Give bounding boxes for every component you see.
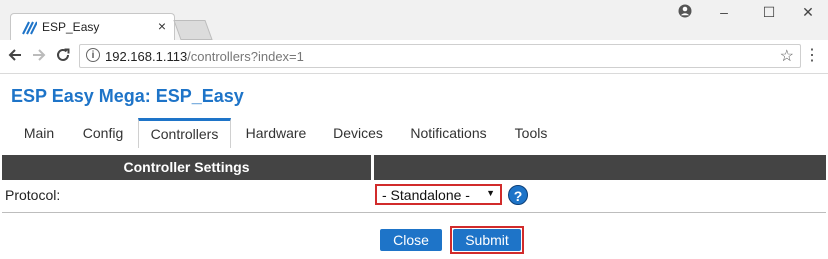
browser-tab-title: ESP_Easy	[42, 20, 100, 34]
protocol-label: Protocol:	[5, 187, 61, 203]
browser-tab[interactable]: ESP_Easy ×	[10, 13, 175, 40]
tab-close-icon[interactable]: ×	[158, 18, 166, 34]
protocol-select[interactable]: - Standalone - ▼	[375, 184, 502, 205]
url-host: 192.168.1.113	[105, 49, 188, 64]
bookmark-star-icon[interactable]: ☆	[780, 46, 794, 66]
tab-config[interactable]: Config	[71, 118, 135, 148]
minimize-icon[interactable]: –	[709, 4, 739, 20]
tab-hardware[interactable]: Hardware	[235, 118, 317, 148]
new-tab-button[interactable]	[173, 20, 213, 40]
browser-toolbar: i 192.168.1.113/controllers?index=1 ☆ ⋮	[0, 40, 828, 74]
back-icon[interactable]	[6, 47, 24, 65]
reload-icon[interactable]	[54, 47, 72, 65]
esp-favicon-icon	[22, 21, 37, 35]
url-text: 192.168.1.113/controllers?index=1	[105, 49, 304, 64]
profile-icon-glyph	[678, 4, 692, 18]
url-path: /controllers?index=1	[187, 49, 304, 64]
tab-devices[interactable]: Devices	[322, 118, 394, 148]
browser-menu-icon[interactable]: ⋮	[804, 47, 820, 65]
maximize-icon[interactable]: ☐	[754, 4, 784, 21]
header-divider	[371, 155, 374, 180]
tab-controllers[interactable]: Controllers	[138, 118, 231, 148]
profile-icon[interactable]	[670, 4, 700, 21]
window-close-icon[interactable]: ✕	[793, 4, 823, 21]
site-info-icon[interactable]: i	[86, 48, 100, 62]
tab-main[interactable]: Main	[11, 118, 67, 148]
submit-button[interactable]: Submit	[453, 229, 521, 251]
tab-notifications[interactable]: Notifications	[400, 118, 497, 148]
main-nav-tabs: Main Config Controllers Hardware Devices…	[0, 118, 828, 148]
browser-tab-strip: ESP_Easy × – ☐ ✕	[0, 0, 828, 41]
address-bar[interactable]: i 192.168.1.113/controllers?index=1 ☆	[79, 44, 801, 68]
settings-header-row: Controller Settings	[2, 155, 826, 180]
divider	[2, 212, 826, 213]
help-icon[interactable]: ?	[508, 185, 528, 205]
close-button[interactable]: Close	[380, 229, 442, 251]
protocol-select-value: - Standalone -	[382, 187, 470, 203]
forward-icon[interactable]	[30, 47, 48, 65]
dropdown-caret-icon: ▼	[486, 188, 495, 198]
page-title: ESP Easy Mega: ESP_Easy	[11, 86, 244, 106]
settings-header-title: Controller Settings	[123, 159, 250, 175]
tab-tools[interactable]: Tools	[503, 118, 559, 148]
